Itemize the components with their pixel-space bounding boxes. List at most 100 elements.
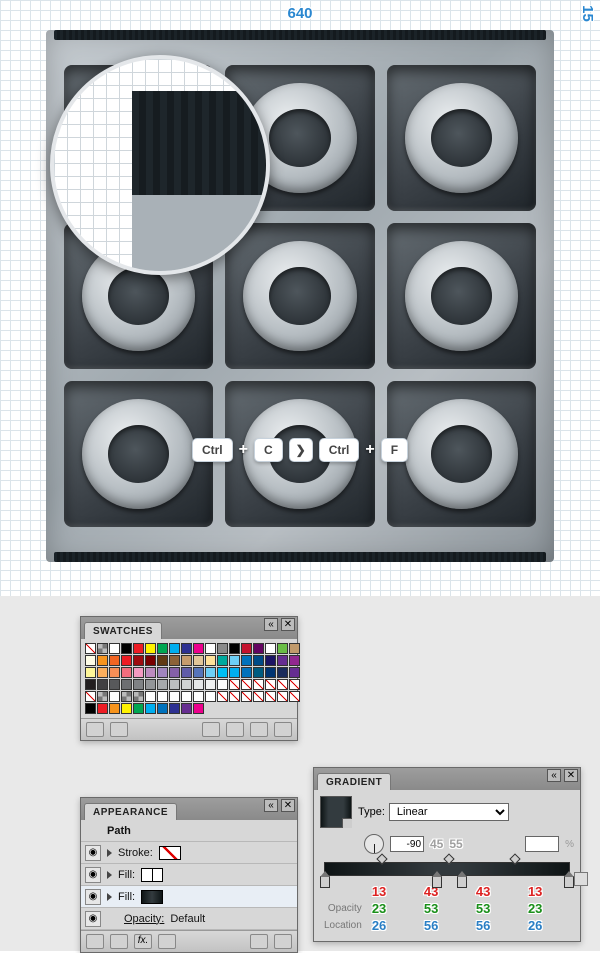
swatch[interactable] xyxy=(205,679,216,690)
swatch[interactable] xyxy=(121,679,132,690)
swatch[interactable] xyxy=(289,643,300,654)
swatch[interactable] xyxy=(169,655,180,666)
swatch[interactable] xyxy=(97,703,108,714)
swatch[interactable] xyxy=(181,679,192,690)
swatch[interactable] xyxy=(109,655,120,666)
panel-tabbar[interactable]: GRADIENT « ✕ xyxy=(314,768,580,790)
swatch[interactable] xyxy=(85,667,96,678)
swatch[interactable] xyxy=(121,667,132,678)
swatch[interactable] xyxy=(97,691,108,702)
swatch[interactable] xyxy=(133,667,144,678)
opacity-label[interactable]: Opacity: xyxy=(124,913,164,925)
swatch[interactable] xyxy=(85,643,96,654)
swatch[interactable] xyxy=(133,679,144,690)
aspect-input[interactable] xyxy=(525,836,559,852)
artboard-canvas[interactable]: 640 15 Ctrl + C ❯ Ctrl + F xyxy=(0,0,600,596)
swatch[interactable] xyxy=(277,643,288,654)
swatch[interactable] xyxy=(217,679,228,690)
swatch[interactable] xyxy=(157,643,168,654)
swatch[interactable] xyxy=(85,679,96,690)
swatch[interactable] xyxy=(229,679,240,690)
swatch[interactable] xyxy=(157,703,168,714)
swatch[interactable] xyxy=(289,679,300,690)
appearance-opacity-row[interactable]: ◉ Opacity: Default xyxy=(81,908,297,930)
swatch[interactable] xyxy=(277,667,288,678)
swatch[interactable] xyxy=(217,655,228,666)
swatch[interactable] xyxy=(109,679,120,690)
swatch[interactable] xyxy=(229,643,240,654)
new-stroke-icon[interactable] xyxy=(86,934,104,949)
disclosure-icon[interactable] xyxy=(107,893,112,901)
swatch[interactable] xyxy=(133,643,144,654)
tab-gradient[interactable]: GRADIENT xyxy=(317,773,391,790)
speaker-socket[interactable] xyxy=(387,65,536,211)
angle-input[interactable] xyxy=(390,836,424,852)
swatch[interactable] xyxy=(133,655,144,666)
speaker-socket[interactable] xyxy=(387,223,536,369)
visibility-icon[interactable]: ◉ xyxy=(85,845,101,861)
panel-footer[interactable] xyxy=(81,718,297,740)
swatch[interactable] xyxy=(181,703,192,714)
swatch[interactable] xyxy=(229,655,240,666)
swatch[interactable] xyxy=(85,691,96,702)
swatch[interactable] xyxy=(145,691,156,702)
appearance-fill2-row[interactable]: ◉ Fill: xyxy=(81,886,297,908)
gradient-stop[interactable] xyxy=(564,876,574,888)
swatch[interactable] xyxy=(169,691,180,702)
swatch[interactable] xyxy=(193,703,204,714)
duplicate-icon[interactable] xyxy=(250,934,268,949)
visibility-icon[interactable]: ◉ xyxy=(85,911,101,927)
gradient-stop[interactable] xyxy=(457,876,467,888)
swatch[interactable] xyxy=(97,655,108,666)
swatch[interactable] xyxy=(97,643,108,654)
swatch[interactable] xyxy=(169,679,180,690)
swatch[interactable] xyxy=(241,643,252,654)
angle-dial[interactable] xyxy=(364,834,384,854)
disclosure-icon[interactable] xyxy=(107,849,112,857)
swatch[interactable] xyxy=(145,655,156,666)
swatch[interactable] xyxy=(181,643,192,654)
swatch-options-icon[interactable] xyxy=(202,722,220,737)
swatch[interactable] xyxy=(253,655,264,666)
swatch[interactable] xyxy=(217,667,228,678)
swatch[interactable] xyxy=(253,691,264,702)
swatch[interactable] xyxy=(97,667,108,678)
swatch[interactable] xyxy=(265,679,276,690)
swatch[interactable] xyxy=(193,679,204,690)
swatches-panel[interactable]: SWATCHES « ✕ xyxy=(80,616,298,741)
swatch[interactable] xyxy=(169,703,180,714)
appearance-path-row[interactable]: Path xyxy=(81,820,297,842)
new-swatch-icon[interactable] xyxy=(250,722,268,737)
swatch[interactable] xyxy=(205,667,216,678)
swatch[interactable] xyxy=(241,667,252,678)
swatch[interactable] xyxy=(109,667,120,678)
swatch[interactable] xyxy=(217,691,228,702)
swatch[interactable] xyxy=(157,655,168,666)
panel-tabbar[interactable]: SWATCHES « ✕ xyxy=(81,617,297,639)
swatch[interactable] xyxy=(277,655,288,666)
swatch[interactable] xyxy=(145,703,156,714)
swatch[interactable] xyxy=(157,679,168,690)
swatch[interactable] xyxy=(229,691,240,702)
swatch[interactable] xyxy=(217,643,228,654)
swatch[interactable] xyxy=(253,643,264,654)
swatch[interactable] xyxy=(109,643,120,654)
swatch[interactable] xyxy=(289,655,300,666)
swatch[interactable] xyxy=(97,679,108,690)
panel-tabbar[interactable]: APPEARANCE « ✕ xyxy=(81,798,297,820)
swatch[interactable] xyxy=(193,643,204,654)
fill-swatch[interactable] xyxy=(141,868,163,882)
close-icon[interactable]: ✕ xyxy=(564,769,578,782)
close-icon[interactable]: ✕ xyxy=(281,618,295,631)
delete-swatch-icon[interactable] xyxy=(274,722,292,737)
swatch[interactable] xyxy=(289,691,300,702)
swatch[interactable] xyxy=(229,667,240,678)
swatch[interactable] xyxy=(265,691,276,702)
fill-swatch-dark[interactable] xyxy=(141,890,163,904)
swatch[interactable] xyxy=(253,667,264,678)
collapse-icon[interactable]: « xyxy=(547,769,561,782)
swatch[interactable] xyxy=(241,679,252,690)
panel-footer[interactable]: fx. xyxy=(81,930,297,952)
swatch[interactable] xyxy=(289,667,300,678)
gradient-stop[interactable] xyxy=(320,876,330,888)
